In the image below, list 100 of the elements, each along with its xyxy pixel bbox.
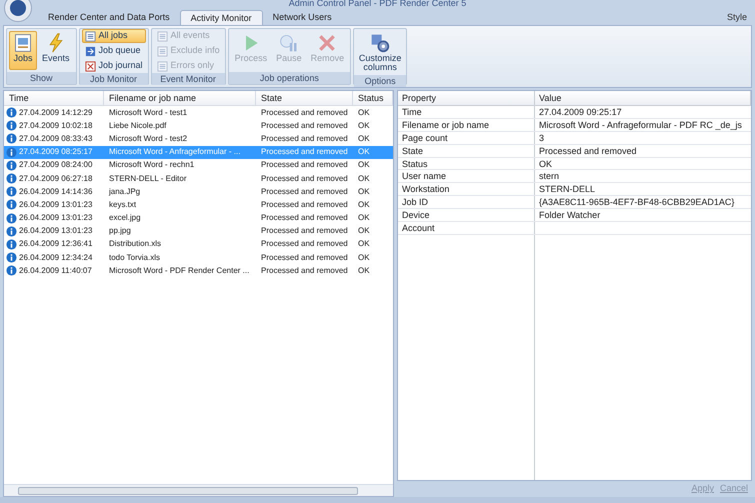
column-header[interactable]: Status bbox=[353, 91, 393, 105]
group-label: Job operations bbox=[228, 72, 350, 84]
property-name: Workstation bbox=[398, 183, 535, 196]
ribbon-button[interactable]: Job journal bbox=[82, 59, 146, 73]
table-row[interactable]: 26.04.2009 13:01:23 pp.jpg Processed and removed OK bbox=[4, 224, 393, 238]
table-cell-text: OK bbox=[357, 146, 371, 158]
ribbon-button[interactable]: Events bbox=[38, 31, 74, 70]
property-value: Folder Watcher bbox=[538, 209, 602, 222]
property-value: {A3AE8C11-965B-4EF7-BF48-6CBB29EAD1AC} bbox=[538, 196, 736, 208]
table-cell-text: OK bbox=[357, 159, 371, 172]
table-cell-text: STERN-DELL - Editor bbox=[108, 172, 188, 185]
property-name: State bbox=[398, 144, 535, 157]
table-cell-text: Microsoft Word - test2 bbox=[108, 132, 188, 145]
list-icon bbox=[156, 60, 168, 72]
property-name: Job ID bbox=[398, 196, 535, 208]
info-icon bbox=[6, 173, 17, 184]
table-cell-text: Processed and removed bbox=[260, 238, 349, 250]
table-cell: 27.04.2009 14:12:29 bbox=[19, 106, 92, 119]
property-name: Time bbox=[398, 106, 535, 118]
info-icon bbox=[6, 212, 17, 224]
table-row[interactable]: 26.04.2009 13:01:23 excel.jpg Processed and removed OK bbox=[4, 212, 393, 225]
property-value: Processed and removed bbox=[538, 144, 638, 157]
group-label: Show bbox=[7, 72, 76, 84]
table-cell: 27.04.2009 06:27:18 bbox=[19, 172, 92, 185]
table-cell: 26.04.2009 13:01:23 bbox=[19, 225, 92, 238]
app-logo-icon[interactable] bbox=[4, 0, 32, 22]
property-value: Microsoft Word - Anfrageformular - PDF RC _de_js bbox=[538, 118, 743, 131]
column-header[interactable]: Filename or job name bbox=[104, 91, 256, 105]
table-row[interactable]: 27.04.2009 08:24:00 Microsoft Word - rechn1 Processed and removed OK bbox=[4, 158, 393, 172]
table-cell-text: Processed and removed bbox=[260, 120, 349, 132]
settings-icon bbox=[370, 33, 390, 53]
clock-icon bbox=[278, 33, 299, 53]
table-cell: 27.04.2009 08:33:43 bbox=[19, 132, 92, 145]
table-cell-text: OK bbox=[357, 225, 371, 238]
info-icon bbox=[6, 146, 17, 158]
ribbon-button[interactable]: Jobs bbox=[9, 31, 37, 70]
table-cell: 26.04.2009 12:36:41 bbox=[19, 238, 92, 250]
table-cell: 26.04.2009 12:34:24 bbox=[19, 252, 92, 264]
info-icon bbox=[6, 265, 17, 276]
column-header[interactable]: Time bbox=[4, 91, 104, 105]
arrow-icon bbox=[84, 46, 96, 56]
ribbon-button[interactable]: Customize columns bbox=[356, 31, 404, 73]
property-name: Page count bbox=[398, 132, 535, 144]
list-icon bbox=[84, 30, 96, 42]
table-row[interactable]: 26.04.2009 13:01:23 keys.txt Processed and removed OK bbox=[4, 198, 393, 212]
group-label: Options bbox=[354, 75, 406, 87]
info-icon bbox=[6, 238, 17, 250]
property-name: Filename or job name bbox=[398, 118, 535, 131]
column-header: Value bbox=[535, 91, 751, 105]
cross-document-icon bbox=[84, 60, 96, 72]
table-row[interactable]: 26.04.2009 14:14:36 jana.JPg Processed and removed OK bbox=[4, 185, 393, 198]
ribbon-tab[interactable]: Activity Monitor bbox=[180, 10, 263, 25]
ribbon-tab[interactable]: Network Users bbox=[262, 10, 342, 25]
table-cell-text: jana.JPg bbox=[108, 186, 142, 198]
property-value: OK bbox=[538, 158, 554, 170]
table-cell-text: Processed and removed bbox=[260, 264, 349, 277]
ribbon-button[interactable]: All jobs bbox=[82, 29, 146, 43]
table-cell: 26.04.2009 11:40:07 bbox=[19, 264, 92, 277]
close-icon bbox=[317, 33, 338, 53]
table-cell-text: Processed and removed bbox=[260, 212, 349, 224]
property-value: STERN-DELL bbox=[538, 183, 596, 196]
table-cell-text: OK bbox=[357, 132, 371, 145]
table-cell: 26.04.2009 13:01:23 bbox=[19, 212, 92, 224]
column-header[interactable]: State bbox=[256, 91, 353, 105]
table-cell-text: OK bbox=[357, 252, 371, 264]
property-name: Status bbox=[398, 158, 535, 170]
table-cell-text: Processed and removed bbox=[260, 198, 349, 211]
horizontal-scrollbar[interactable] bbox=[4, 484, 393, 496]
ribbon-button[interactable]: Job queue bbox=[82, 44, 146, 58]
ribbon-tab[interactable]: Render Center and Data Ports bbox=[38, 10, 180, 25]
column-header: Property bbox=[398, 91, 535, 105]
table-cell-text: Processed and removed bbox=[260, 132, 349, 145]
table-row[interactable]: 26.04.2009 12:36:41 Distribution.xls Processed and removed OK bbox=[4, 238, 393, 252]
table-row[interactable]: 26.04.2009 11:40:07 Microsoft Word - PDF Render Center ... Processed and removed OK bbox=[4, 264, 393, 278]
list-icon bbox=[156, 46, 168, 56]
table-row[interactable]: 27.04.2009 10:02:18 Liebe Nicole.pdf Processed and removed OK bbox=[4, 119, 393, 132]
table-cell-text: OK bbox=[357, 106, 371, 119]
table-cell-text: Processed and removed bbox=[260, 252, 349, 264]
table-cell-text: Processed and removed bbox=[260, 186, 349, 198]
property-value: 3 bbox=[538, 132, 546, 144]
table-cell-text: todo Torvia.xls bbox=[108, 252, 161, 264]
info-icon bbox=[6, 160, 17, 171]
group-label: Job Monitor bbox=[80, 73, 148, 85]
table-cell-text: Microsoft Word - rechn1 bbox=[108, 159, 196, 172]
table-cell: 26.04.2009 13:01:23 bbox=[19, 198, 92, 211]
style-menu[interactable]: Style bbox=[726, 10, 747, 25]
table-cell-text: excel.jpg bbox=[108, 212, 142, 224]
table-row[interactable]: 27.04.2009 08:33:43 Microsoft Word - test2 Processed and removed OK bbox=[4, 132, 393, 146]
table-cell: 27.04.2009 08:24:00 bbox=[19, 159, 92, 172]
table-cell-text: OK bbox=[357, 172, 371, 185]
table-cell-text: OK bbox=[357, 238, 371, 250]
info-icon bbox=[6, 120, 17, 132]
table-row[interactable]: 27.04.2009 06:27:18 STERN-DELL - Editor Processed and removed OK bbox=[4, 172, 393, 186]
property-value: 27.04.2009 09:25:17 bbox=[538, 106, 623, 118]
property-value: stern bbox=[538, 170, 560, 182]
table-row[interactable]: 27.04.2009 14:12:29 Microsoft Word - test1 Processed and removed OK bbox=[4, 106, 393, 120]
table-cell-text: Distribution.xls bbox=[108, 238, 162, 250]
table-row[interactable]: 26.04.2009 12:34:24 todo Torvia.xls Processed and removed OK bbox=[4, 251, 393, 264]
info-icon bbox=[6, 252, 17, 264]
table-cell-text: Processed and removed bbox=[260, 146, 349, 158]
